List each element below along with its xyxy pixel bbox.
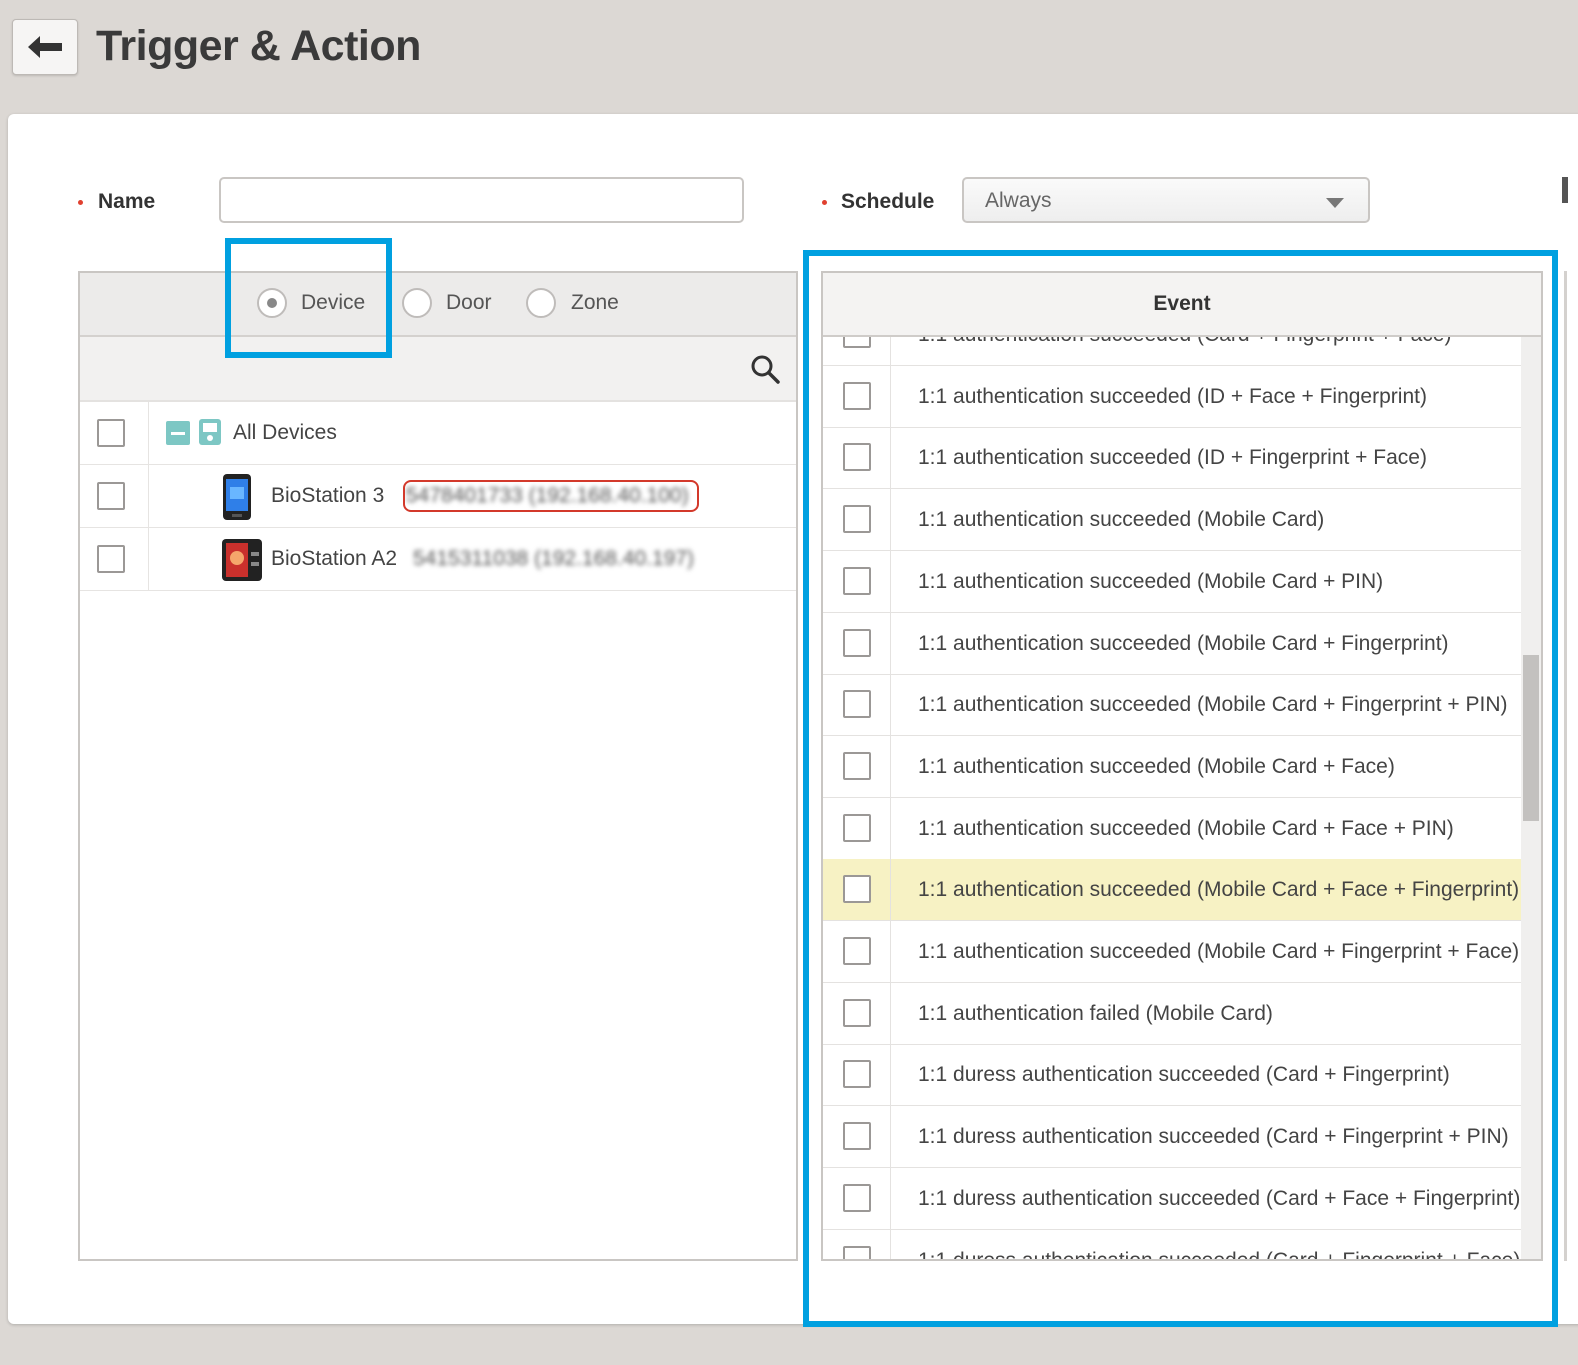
page-title: Trigger & Action	[96, 22, 421, 70]
schedule-label: Schedule	[841, 190, 935, 213]
all-devices-label: All Devices	[233, 421, 337, 444]
tree-check-cell	[80, 528, 149, 590]
required-marker	[78, 200, 83, 205]
next-panel-edge	[1564, 271, 1567, 1261]
collapse-icon[interactable]	[166, 421, 190, 445]
tree-check-cell	[80, 402, 149, 464]
tree-check-cell	[80, 465, 149, 527]
all-devices-checkbox[interactable]	[97, 419, 125, 447]
device-detail: 5415311038 (192.168.40.197)	[413, 547, 695, 570]
radio-zone[interactable]	[526, 288, 556, 318]
annotation-outline	[403, 480, 699, 512]
required-marker	[822, 200, 827, 205]
biostation-a2-device-icon	[222, 539, 262, 581]
device-name: BioStation 3	[271, 484, 385, 507]
device-checkbox[interactable]	[97, 545, 125, 573]
radio-zone-label[interactable]: Zone	[571, 291, 619, 315]
target-type-selector: Device Door Zone	[80, 273, 796, 337]
chevron-down-icon	[1326, 198, 1344, 208]
arrow-left-icon	[28, 36, 62, 58]
schedule-select[interactable]: Always	[962, 177, 1370, 223]
device-panel: Device Door Zone All Devices BioStation …	[78, 271, 798, 1261]
radio-door-label[interactable]: Door	[446, 291, 492, 315]
device-name: BioStation A2	[271, 547, 398, 570]
device-checkbox[interactable]	[97, 482, 125, 510]
radio-door[interactable]	[402, 288, 432, 318]
tree-row-device[interactable]: BioStation A2 5415311038 (192.168.40.197…	[80, 528, 796, 591]
tree-row-device[interactable]: BioStation 3 5478401733 (192.168.40.100)	[80, 465, 796, 528]
back-button[interactable]	[12, 19, 78, 75]
device-group-icon	[199, 419, 221, 445]
annotation-highlight-box	[803, 250, 1558, 1327]
next-panel-edge	[1562, 177, 1568, 203]
biostation-3-device-icon	[223, 474, 251, 520]
tree-row-all-devices[interactable]: All Devices	[80, 402, 796, 465]
schedule-value: Always	[985, 189, 1052, 212]
device-search-bar	[80, 337, 796, 402]
name-input[interactable]	[219, 177, 744, 223]
name-label: Name	[98, 190, 156, 213]
search-icon[interactable]	[750, 354, 780, 384]
annotation-highlight-box	[225, 238, 392, 358]
